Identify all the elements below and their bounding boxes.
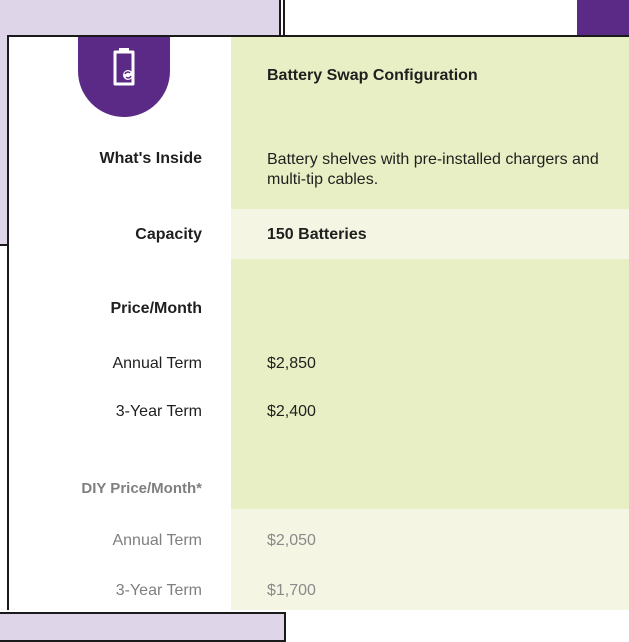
capacity-value: 150 Batteries: [267, 226, 367, 243]
three-year-term-value: $2,400: [267, 403, 316, 420]
top-frame-strip: [283, 0, 587, 38]
whats-inside-label: What's Inside: [99, 150, 202, 167]
diy-three-year-term-label: 3-Year Term: [115, 582, 202, 599]
annual-term-value: $2,850: [267, 355, 316, 372]
column-title: Battery Swap Configuration: [267, 67, 478, 84]
three-year-term-label: 3-Year Term: [115, 403, 202, 420]
diy-price-label: DIY Price/Month*: [81, 480, 202, 497]
column-bg-price: [231, 259, 629, 509]
annual-term-label: Annual Term: [112, 355, 202, 372]
diy-annual-term-value: $2,050: [267, 532, 316, 549]
capacity-label: Capacity: [135, 226, 202, 243]
purple-corner-accent: [577, 0, 629, 40]
diy-three-year-term-value: $1,700: [267, 582, 316, 599]
pricing-card: Battery Swap Configuration What's Inside…: [7, 35, 629, 610]
whats-inside-value: Battery shelves with pre-installed charg…: [267, 151, 599, 188]
diy-annual-term-label: Annual Term: [112, 532, 202, 549]
battery-swap-icon-badge: [78, 37, 170, 117]
price-month-label: Price/Month: [110, 300, 202, 317]
battery-swap-icon: [113, 48, 135, 86]
lavender-panel-bottom: [0, 612, 286, 642]
